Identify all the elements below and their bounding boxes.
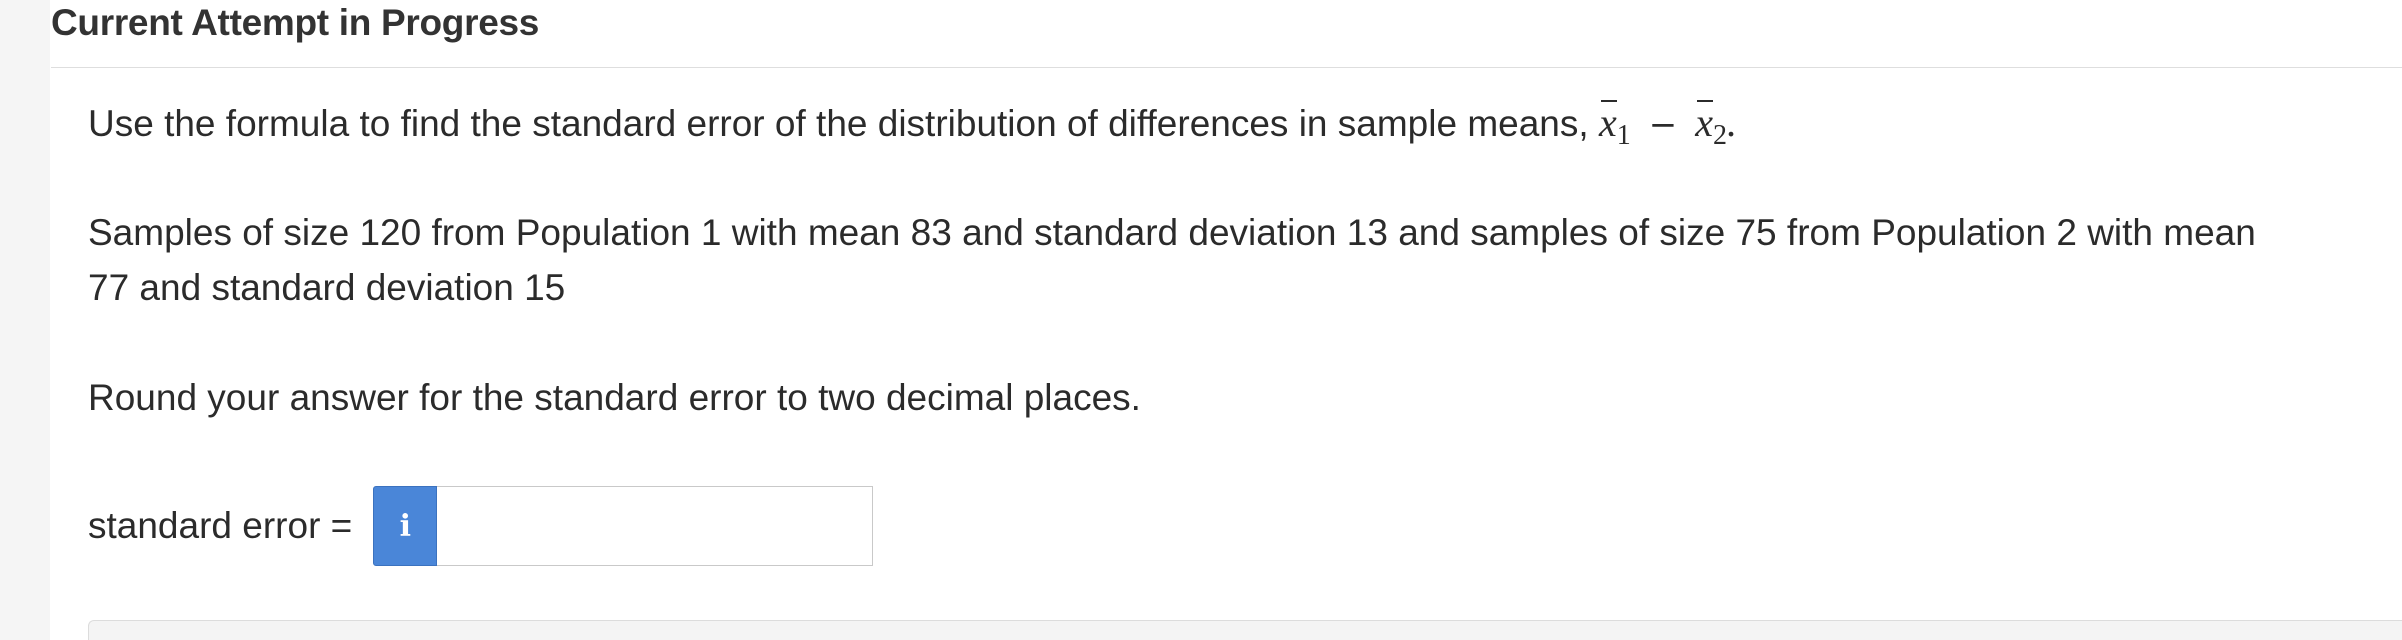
x-bar-2: x [1695, 95, 1713, 150]
standard-error-input[interactable] [437, 486, 874, 566]
x-bar-1: x [1599, 95, 1617, 150]
samples-description-line-1: Samples of size 120 from Population 1 wi… [88, 212, 2256, 253]
samples-description-line-2: 77 and standard deviation 15 [88, 267, 566, 308]
subscript-2: 2 [1712, 120, 1727, 151]
left-gutter [0, 0, 50, 640]
question-intro-text: Use the formula to find the standard err… [88, 103, 1599, 144]
rounding-instruction: Round your answer for the standard error… [88, 377, 1141, 418]
bottom-panel [88, 620, 2402, 640]
info-icon-button[interactable]: i [373, 486, 438, 566]
header-divider [51, 67, 2402, 68]
page-title: Current Attempt in Progress [51, 2, 540, 43]
minus-sign: − [1648, 105, 1678, 145]
subscript-1: 1 [1616, 120, 1631, 151]
math-period: . [1726, 100, 1737, 145]
question-intro: Use the formula to find the standard err… [88, 95, 1737, 163]
math-expression: x1− x2. [1599, 100, 1737, 151]
answer-row: standard error = i [88, 484, 874, 568]
info-icon: i [399, 508, 411, 544]
answer-label: standard error = [88, 505, 353, 546]
